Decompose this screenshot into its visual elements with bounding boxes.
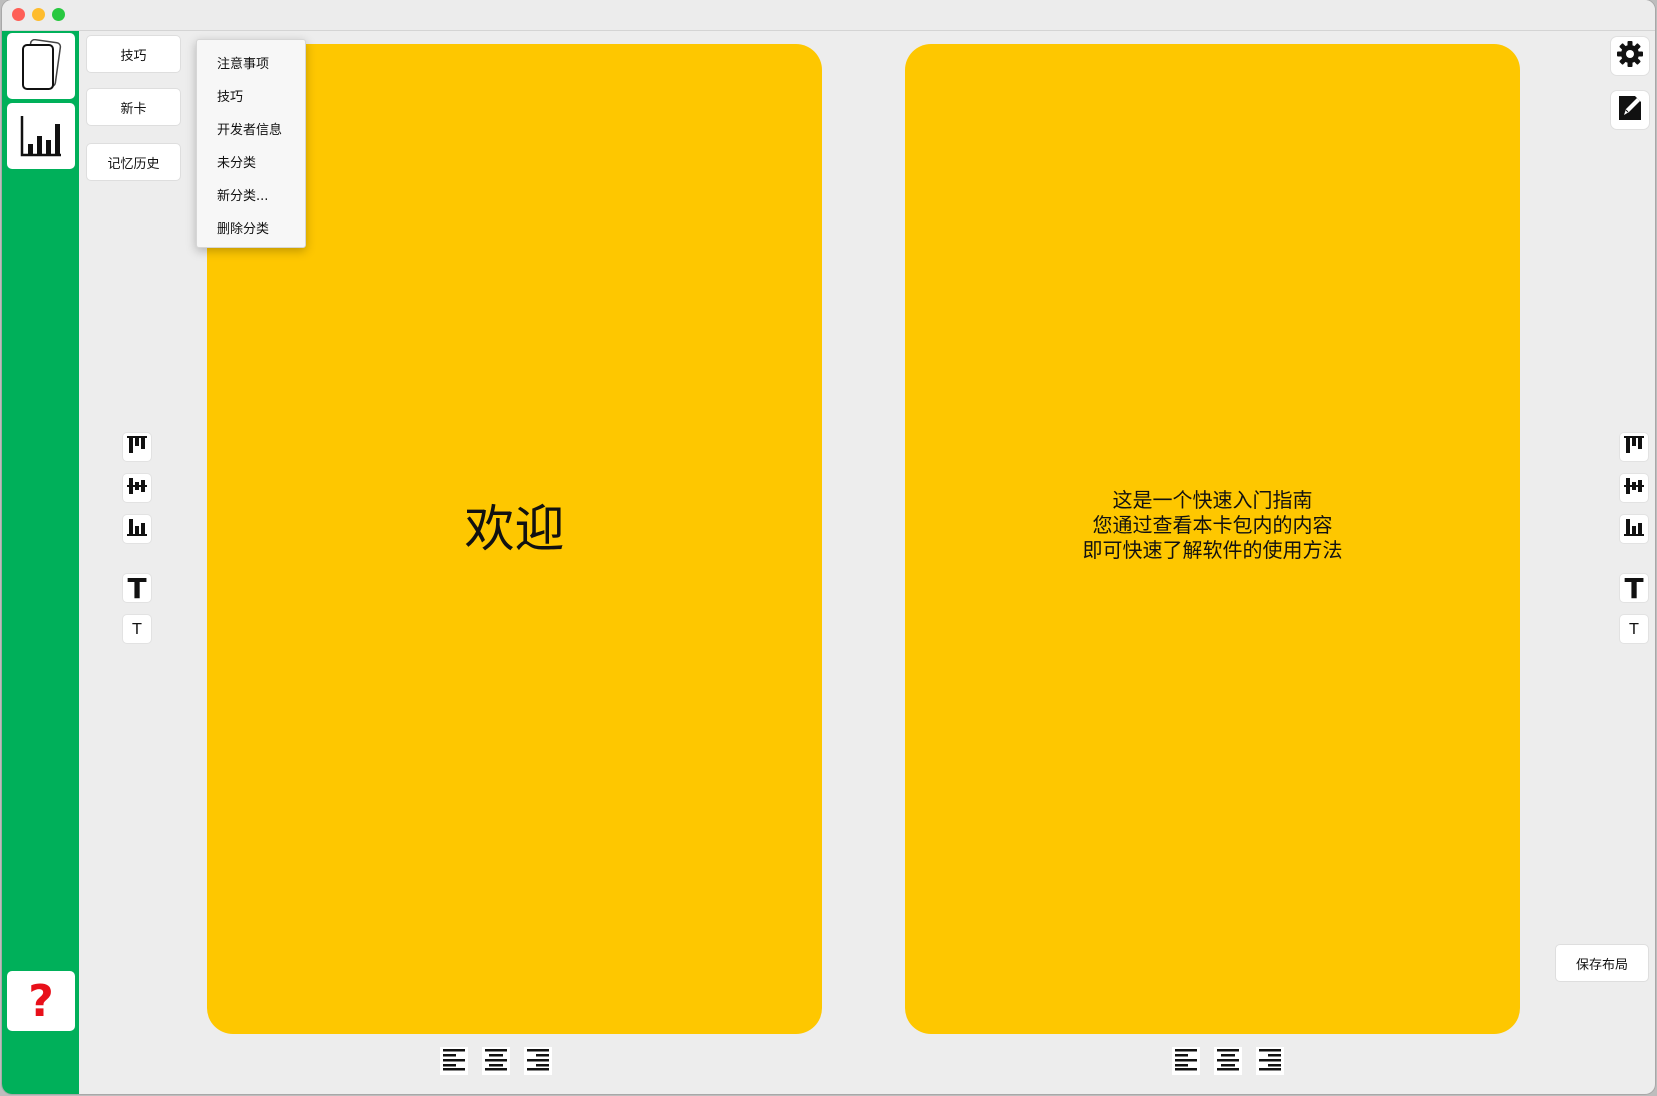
menu-item-new-category[interactable]: 新分类... — [197, 180, 305, 213]
title-bar — [2, 0, 1655, 31]
align-right-icon — [526, 1047, 550, 1075]
back-text-size-large-button[interactable]: T — [1620, 572, 1648, 605]
edit-note-icon — [1616, 94, 1644, 126]
sidebar: ? — [2, 31, 79, 1094]
card-front-text: 欢迎 — [464, 500, 565, 558]
back-text-size-small-button[interactable]: T — [1620, 615, 1648, 643]
front-text-size-large-button[interactable]: T — [123, 572, 151, 605]
front-align-middle-button[interactable] — [123, 474, 151, 502]
menu-item-tips[interactable]: 技巧 — [197, 81, 305, 114]
back-align-middle-button[interactable] — [1620, 474, 1648, 502]
front-align-bottom-button[interactable] — [123, 515, 151, 543]
back-align-bottom-button[interactable] — [1620, 515, 1648, 543]
align-center-icon — [1216, 1047, 1240, 1075]
gear-icon — [1616, 40, 1644, 72]
category-button-new-cards[interactable]: 新卡 — [86, 88, 181, 126]
card-back-text: 这是一个快速入门指南 您通过查看本卡包内的内容 即可快速了解软件的使用方法 — [1082, 487, 1343, 562]
align-left-icon — [442, 1047, 466, 1075]
category-dropdown-menu: 注意事项 技巧 开发者信息 未分类 新分类... 删除分类 — [196, 39, 306, 248]
align-middle-icon — [1623, 475, 1645, 501]
front-align-top-button[interactable] — [123, 433, 151, 461]
front-align-center-button[interactable] — [482, 1047, 510, 1075]
align-top-icon — [126, 434, 148, 460]
front-align-left-button[interactable] — [440, 1047, 468, 1075]
align-bottom-icon — [1623, 516, 1645, 542]
category-button-review-history[interactable]: 记忆历史 — [86, 143, 181, 181]
help-button[interactable]: ? — [7, 971, 75, 1031]
front-text-size-small-button[interactable]: T — [123, 615, 151, 643]
menu-item-developer-info[interactable]: 开发者信息 — [197, 114, 305, 147]
cards-icon — [19, 39, 63, 93]
back-align-right-button[interactable] — [1256, 1047, 1284, 1075]
menu-item-delete-category[interactable]: 删除分类 — [197, 213, 305, 246]
minimize-window-button[interactable] — [32, 8, 45, 21]
back-align-center-button[interactable] — [1214, 1047, 1242, 1075]
align-bottom-icon — [126, 516, 148, 542]
menu-item-notes[interactable]: 注意事项 — [197, 48, 305, 81]
front-align-right-button[interactable] — [524, 1047, 552, 1075]
align-top-icon — [1623, 434, 1645, 460]
save-layout-button[interactable]: 保存布局 — [1555, 944, 1649, 982]
zoom-window-button[interactable] — [52, 8, 65, 21]
back-align-left-button[interactable] — [1172, 1047, 1200, 1075]
card-back[interactable]: 这是一个快速入门指南 您通过查看本卡包内的内容 即可快速了解软件的使用方法 — [905, 44, 1520, 1034]
align-right-icon — [1258, 1047, 1282, 1075]
app-window: ? 技巧 新卡 记忆历史 注意事项 技巧 开发者信息 未分类 新分类... 删除… — [2, 0, 1655, 1094]
statistics-icon — [19, 114, 63, 158]
cards-button[interactable] — [7, 33, 75, 99]
edit-button[interactable] — [1611, 91, 1649, 129]
category-button-tips[interactable]: 技巧 — [86, 35, 181, 73]
help-icon: ? — [28, 975, 54, 1027]
align-center-icon — [484, 1047, 508, 1075]
menu-item-uncategorized[interactable]: 未分类 — [197, 147, 305, 180]
back-align-top-button[interactable] — [1620, 433, 1648, 461]
align-middle-icon — [126, 475, 148, 501]
align-left-icon — [1174, 1047, 1198, 1075]
statistics-button[interactable] — [7, 103, 75, 169]
close-window-button[interactable] — [12, 8, 25, 21]
settings-button[interactable] — [1611, 37, 1649, 75]
